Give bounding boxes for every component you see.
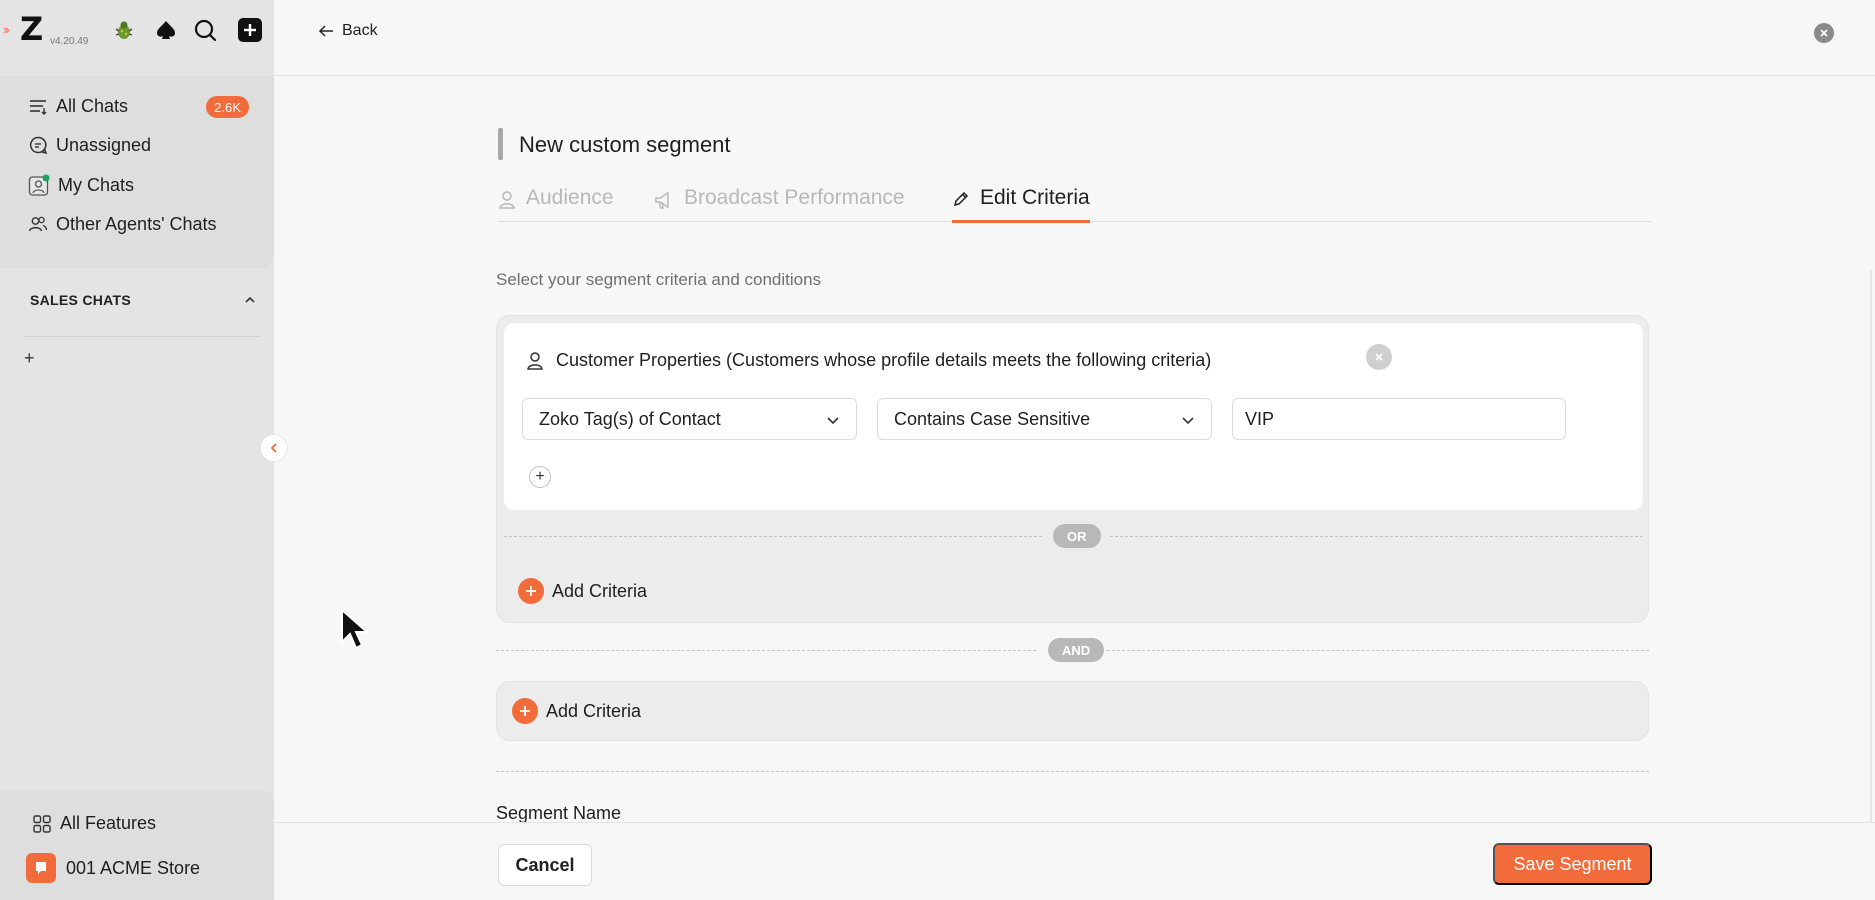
and-divider-left [496,650,1036,651]
field-select-value: Zoko Tag(s) of Contact [539,408,721,429]
page-title: New custom segment [519,132,731,157]
chevron-up-icon[interactable] [243,293,257,307]
spade-icon[interactable] [152,16,180,44]
chevron-down-icon [1182,417,1194,425]
chevron-down-icon [827,417,839,425]
field-select[interactable]: Zoko Tag(s) of Contact [522,398,857,440]
or-pill: OR [1053,524,1101,548]
action-footer: Cancel Save Segment [274,822,1875,900]
criteria-heading: Customer Properties (Customers whose pro… [526,350,1211,371]
chevron-left-icon [270,443,277,453]
sidebar-top-bar: ›› Z v4.20.49 [0,0,274,62]
back-button[interactable]: Back [318,22,378,40]
add-and-criteria-button[interactable]: Add Criteria [512,698,641,724]
grid-icon [33,814,51,833]
remove-criteria-button[interactable] [1366,344,1392,370]
all-features-label: All Features [60,813,157,833]
store-name: 001 ACME Store [66,857,201,878]
collapse-sidebar-button[interactable] [260,434,288,462]
segment-tabs: Audience Broadcast Performance Edit Crit… [498,186,1651,223]
add-or-criteria-button[interactable]: Add Criteria [518,578,647,604]
plus-circle-icon [518,578,544,604]
user-icon [499,191,515,209]
new-chat-plus-icon[interactable] [236,16,264,44]
tab-label: Audience [526,186,614,209]
sidebar-item-label: My Chats [58,174,135,195]
bug-icon[interactable] [110,16,138,44]
expand-chevrons-icon[interactable]: ›› [3,22,10,37]
all-features-link[interactable]: All Features [32,813,156,834]
main-panel: Back New custom segment Audience Broadca… [274,0,1875,900]
sidebar-item-my-chats[interactable]: My Chats [28,172,134,198]
add-condition-button[interactable]: + [529,466,551,488]
and-pill: AND [1048,638,1105,662]
close-panel-button[interactable] [1814,23,1834,43]
criteria-heading-text: Customer Properties (Customers whose pro… [556,350,1212,370]
section-divider [496,771,1649,772]
search-icon[interactable] [191,16,219,44]
user-icon [527,351,543,370]
pencil-icon [953,191,969,207]
close-icon [1820,29,1828,37]
tab-broadcast-performance[interactable]: Broadcast Performance [654,186,905,222]
and-divider-right [1107,650,1649,651]
back-label: Back [342,22,378,39]
sidebar-footer-card [0,790,274,900]
operator-select[interactable]: Contains Case Sensitive [877,398,1212,440]
criteria-instructions: Select your segment criteria and conditi… [496,270,822,289]
plus-circle-icon [512,698,538,724]
cancel-button[interactable]: Cancel [498,844,592,886]
tab-edit-criteria[interactable]: Edit Criteria [952,186,1090,223]
add-criteria-label: Add Criteria [546,700,642,721]
megaphone-icon [655,191,669,209]
title-accent-bar [498,128,503,160]
close-circle-icon [1366,344,1392,370]
sales-chats-section-title[interactable]: SALES CHATS [30,292,131,308]
all-chats-count-badge: 2.6K [206,96,249,118]
section-divider [24,336,260,337]
chat-bubble-icon [29,136,48,155]
or-divider-right [1110,536,1643,537]
sidebar-item-unassigned[interactable]: Unassigned [28,132,151,158]
save-segment-button[interactable]: Save Segment [1493,843,1652,885]
sidebar-item-label: Unassigned [56,134,152,155]
add-sales-chat-button[interactable]: + [24,348,35,369]
operator-select-value: Contains Case Sensitive [894,408,1091,429]
tab-label: Broadcast Performance [684,186,905,209]
scrollbar[interactable] [1870,270,1872,830]
criteria-group-1: Customer Properties (Customers whose pro… [496,315,1649,623]
users-icon [28,216,48,232]
sidebar-item-label: Other Agents' Chats [56,213,217,234]
user-avatar-online-icon [28,174,50,196]
add-criteria-label: Add Criteria [552,580,648,601]
sidebar-item-other-agents-chats[interactable]: Other Agents' Chats [28,211,217,237]
mouse-cursor-icon [341,608,370,650]
sidebar: ›› Z v4.20.49 All Chats 2.6K Unassigned … [0,0,274,900]
tab-label: Edit Criteria [980,186,1090,209]
store-icon [26,853,56,883]
customer-properties-card: Customer Properties (Customers whose pro… [504,323,1643,510]
segment-name-label: Segment Name [496,803,622,823]
tab-audience[interactable]: Audience [498,186,614,222]
page-header: Back [274,0,1875,76]
or-divider-left [504,536,1042,537]
criteria-value-input[interactable]: VIP [1232,398,1566,440]
arrow-left-icon [318,25,333,37]
app-version: v4.20.49 [50,36,89,47]
sidebar-item-label: All Chats [56,95,129,116]
store-switcher[interactable]: 001 ACME Store [26,853,200,883]
sidebar-item-all-chats[interactable]: All Chats [28,93,128,119]
zoko-logo[interactable]: Z [20,13,50,45]
criteria-group-2: Add Criteria [496,681,1649,741]
filter-list-icon [30,100,47,115]
